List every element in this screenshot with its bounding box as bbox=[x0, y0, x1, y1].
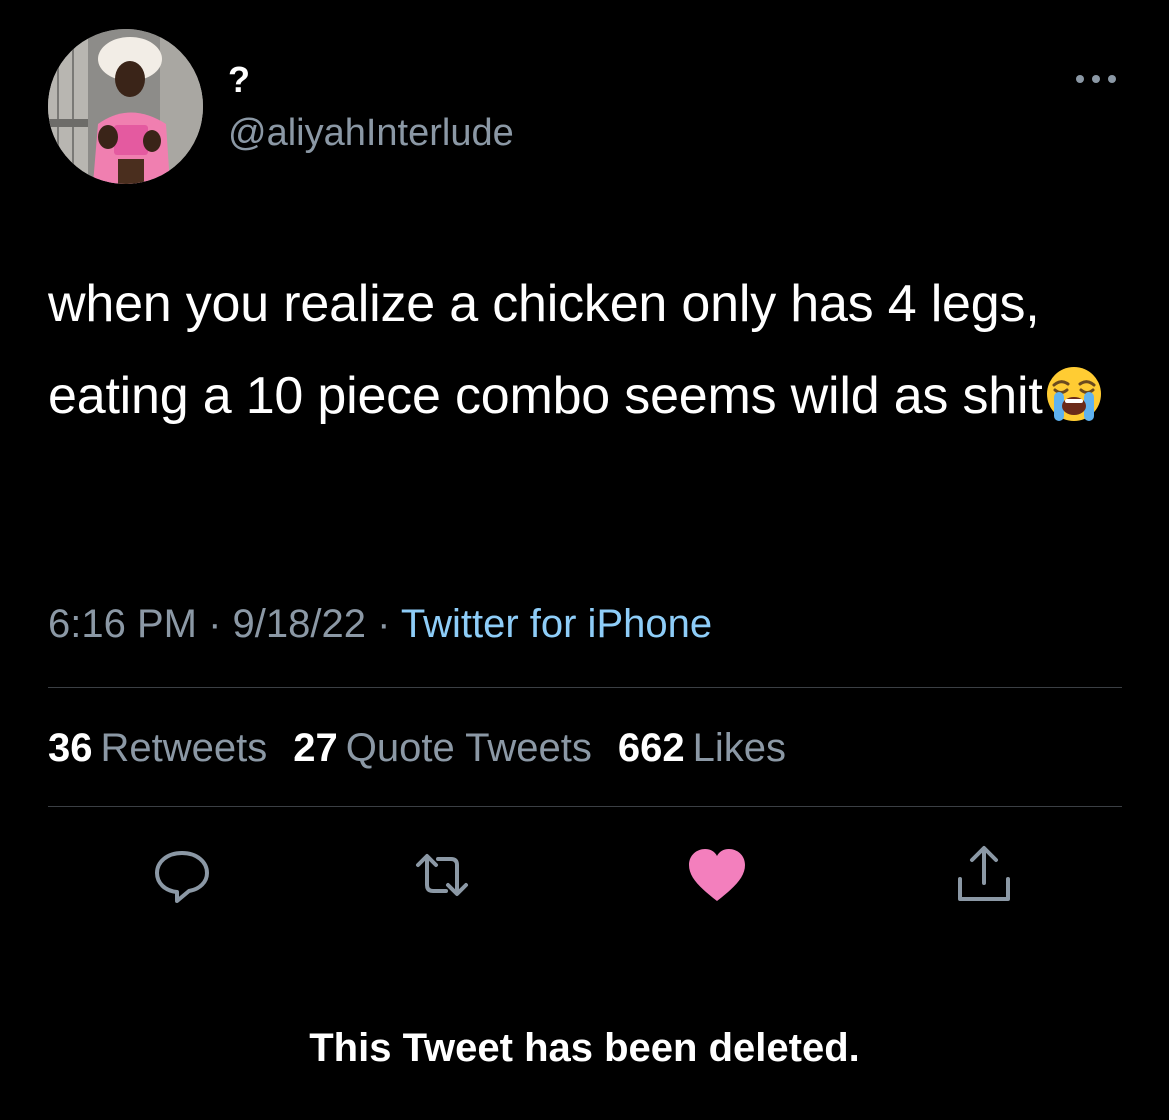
retweets-stat[interactable]: 36 Retweets bbox=[48, 722, 267, 774]
quote-tweets-stat[interactable]: 27 Quote Tweets bbox=[293, 722, 592, 774]
tweet-text-body: when you realize a chicken only has 4 le… bbox=[48, 275, 1043, 425]
heart-icon[interactable] bbox=[685, 843, 749, 907]
tweet-detail: ? @aliyahInterlude when you realize a ch… bbox=[0, 0, 1169, 1120]
tweet-time: 6:16 PM bbox=[48, 602, 197, 646]
tweet-source-link[interactable]: Twitter for iPhone bbox=[401, 602, 712, 646]
display-name[interactable]: ? bbox=[228, 58, 250, 102]
divider bbox=[48, 806, 1122, 807]
more-options-icon[interactable] bbox=[1072, 64, 1120, 94]
tweet-text: when you realize a chicken only has 4 le… bbox=[48, 258, 1138, 442]
avatar[interactable] bbox=[48, 29, 203, 184]
tweet-metadata: 6:16 PM · 9/18/22 · Twitter for iPhone bbox=[48, 598, 712, 650]
reply-icon[interactable] bbox=[150, 843, 214, 907]
likes-count: 662 bbox=[617, 726, 685, 770]
divider bbox=[48, 687, 1122, 688]
quote-tweets-label: Quote Tweets bbox=[345, 726, 592, 770]
quote-tweets-count: 27 bbox=[293, 726, 338, 770]
share-icon[interactable] bbox=[952, 843, 1016, 907]
deleted-tweet-notice: This Tweet has been deleted. bbox=[309, 1026, 860, 1070]
likes-label: Likes bbox=[692, 726, 786, 770]
retweets-count: 36 bbox=[48, 726, 93, 770]
tweet-stats: 36 Retweets 27 Quote Tweets 662 Likes bbox=[48, 722, 812, 774]
meta-separator: · bbox=[377, 602, 391, 646]
likes-stat[interactable]: 662 Likes bbox=[618, 722, 786, 774]
retweet-icon[interactable] bbox=[410, 843, 474, 907]
user-handle[interactable]: @aliyahInterlude bbox=[228, 110, 514, 156]
tweet-date: 9/18/22 bbox=[232, 602, 367, 646]
retweets-label: Retweets bbox=[100, 726, 268, 770]
loudly-crying-face-icon bbox=[1045, 360, 1103, 421]
meta-separator: · bbox=[208, 602, 222, 646]
